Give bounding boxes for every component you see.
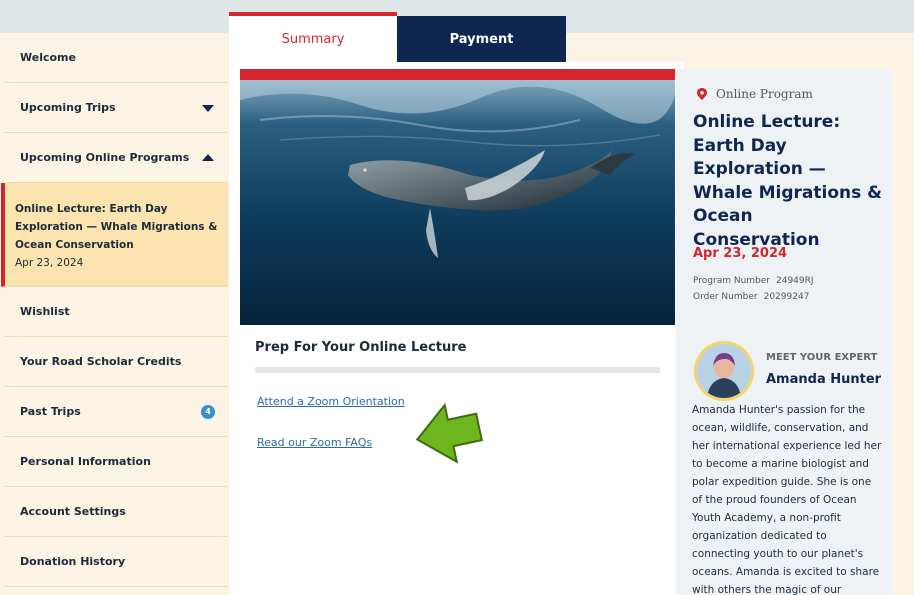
sidebar-item-personal-information[interactable]: Personal Information [5,437,228,487]
sidebar-item-label: Past Trips [20,405,81,418]
chevron-up-icon[interactable] [202,153,214,161]
expert-bio: Amanda Hunter's passion for the ocean, w… [692,404,882,595]
sidebar-item-past-trips[interactable]: Past Trips 4 [5,387,228,437]
divider [255,367,660,373]
avatar [694,341,754,401]
sidebar-item-welcome[interactable]: Welcome [5,33,228,83]
sidebar-item-credits[interactable]: Your Road Scholar Credits [5,337,228,387]
sidebar-item-upcoming-trips[interactable]: Upcoming Trips [5,83,228,133]
location-pin-icon [697,88,707,100]
sidebar-item-account-settings[interactable]: Account Settings [5,487,228,537]
sidebar-item-active-program[interactable]: Online Lecture: Earth Day Exploration — … [1,183,228,287]
sidebar: Welcome Upcoming Trips Upcoming Online P… [1,33,228,595]
program-number: Program Number 24949RJ [693,276,814,286]
sidebar-item-donation-history[interactable]: Donation History [5,537,228,587]
sidebar-item-label: Upcoming Trips [20,101,116,114]
pointer-arrow-icon [413,402,483,471]
chevron-down-icon[interactable] [202,104,214,112]
program-title: Online Lecture: Earth Day Exploration — … [693,112,882,250]
tab-payment[interactable]: Payment [397,16,566,62]
count-badge: 4 [201,404,215,419]
location-label: Online Program [716,87,813,101]
zoom-orientation-link[interactable]: Attend a Zoom Orientation [257,395,405,408]
zoom-faq-link[interactable]: Read our Zoom FAQs [257,436,372,449]
tab-summary[interactable]: Summary [229,12,397,62]
prep-heading: Prep For Your Online Lecture [255,340,467,355]
accent-bar [240,69,675,80]
program-location: Online Program [697,87,813,101]
sidebar-item-label: Donation History [20,555,126,568]
meet-expert-heading: MEET YOUR EXPERT [766,352,878,363]
whale-hero-image [240,80,675,325]
sidebar-item-label: Welcome [20,51,76,64]
sidebar-item-label: Personal Information [20,455,151,468]
sidebar-item-label: Upcoming Online Programs [20,151,190,164]
sidebar-item-label: Your Road Scholar Credits [20,355,182,368]
expert-name: Amanda Hunter [766,372,882,387]
program-date: Apr 23, 2024 [693,246,788,261]
sidebar-item-upcoming-online-programs[interactable]: Upcoming Online Programs [5,133,228,183]
order-number: Order Number 20299247 [693,292,810,302]
sidebar-item-label: Wishlist [20,305,70,318]
active-program-title: Online Lecture: Earth Day Exploration — … [15,203,218,251]
active-program-date: Apr 23, 2024 [15,257,84,269]
sidebar-item-label: Account Settings [20,505,126,518]
sidebar-item-wishlist[interactable]: Wishlist [5,287,228,337]
